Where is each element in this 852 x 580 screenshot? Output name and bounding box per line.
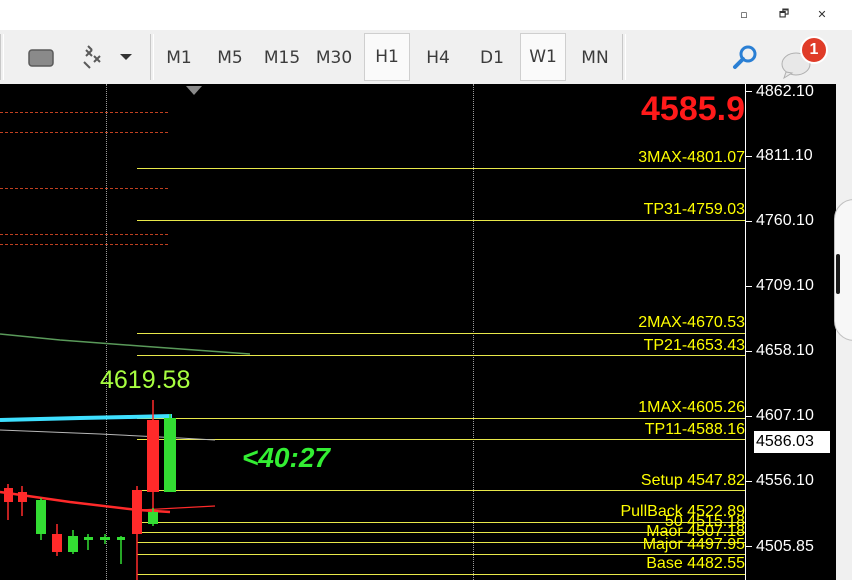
close-button[interactable]: ✕	[803, 0, 841, 28]
toolbar-separator	[0, 34, 4, 80]
side-scroll-thumb[interactable]	[836, 254, 840, 294]
candle	[100, 534, 110, 544]
axis-tick	[746, 481, 752, 482]
timeframe-mn[interactable]: MN	[572, 42, 618, 74]
toolbar-separator	[622, 34, 626, 80]
minimize-icon: ▫	[740, 7, 748, 21]
rectangle-icon	[28, 49, 54, 67]
current-price-tag: 4586.03	[754, 431, 830, 453]
notification-badge: 1	[800, 36, 828, 64]
chevron-down-icon	[120, 54, 132, 60]
candle-countdown: <40:27	[242, 442, 330, 473]
axis-label: 4607.10	[756, 407, 814, 424]
axis-label: 4505.85	[756, 538, 814, 555]
axis-label: 4862.10	[756, 84, 814, 100]
timeframe-m5[interactable]: M5	[207, 42, 253, 74]
toolbar-separator	[150, 34, 154, 80]
axis-label: 4811.10	[756, 147, 813, 164]
axis-label: 4556.10	[756, 472, 814, 489]
timeframe-m30[interactable]: M30	[311, 42, 357, 74]
axis-tick	[746, 221, 752, 222]
timeframe-m1[interactable]: M1	[156, 42, 202, 74]
search-icon	[733, 45, 757, 69]
restore-icon: 🗗	[778, 6, 790, 20]
candle	[52, 524, 62, 556]
search-button[interactable]	[730, 42, 762, 74]
timeframe-d1[interactable]: D1	[469, 42, 515, 74]
price-series	[0, 333, 251, 580]
close-icon: ✕	[817, 7, 827, 21]
chart-type-button[interactable]	[26, 46, 58, 70]
drawing-tools-button[interactable]	[78, 42, 138, 74]
title-bar: ▫ 🗗 ✕	[0, 0, 852, 30]
timeframe-m15[interactable]: M15	[259, 42, 305, 74]
shapes-icon	[83, 45, 132, 69]
axis-tick	[746, 286, 752, 287]
candle	[84, 534, 93, 550]
axis-tick	[746, 546, 752, 547]
candle	[147, 400, 159, 524]
minimize-button[interactable]: ▫	[725, 0, 763, 28]
axis-tick	[746, 156, 752, 157]
restore-button[interactable]: 🗗	[765, 0, 803, 28]
moving-average-green	[0, 333, 251, 355]
axis-label: 4760.10	[756, 212, 814, 229]
timeframe-h1[interactable]: H1	[364, 33, 410, 81]
price-chart[interactable]: 3MAX-4801.07 TP31-4759.03 2MAX-4670.53 T…	[0, 84, 836, 580]
candle	[132, 486, 142, 580]
toolbar: M1 M5 M15 M30 H1 H4 D1 W1 MN 1	[0, 30, 852, 85]
candle	[68, 530, 78, 554]
timeframe-h4[interactable]: H4	[415, 42, 461, 74]
axis-tick	[746, 416, 752, 417]
axis-label: 4709.10	[756, 277, 814, 294]
trend-line-red-flat	[139, 505, 216, 511]
current-price-big: 4585.9	[641, 90, 745, 128]
high-price-label: 4619.58	[100, 366, 191, 394]
candle	[117, 536, 125, 564]
axis-tick	[746, 351, 752, 352]
notifications-button[interactable]: 1	[780, 36, 830, 80]
axis-tick	[746, 91, 752, 92]
candle	[4, 484, 13, 520]
candle	[18, 486, 27, 516]
candles	[4, 400, 176, 580]
candle	[36, 498, 46, 540]
candle	[164, 414, 176, 492]
timeframe-w1[interactable]: W1	[520, 33, 566, 81]
axis-label: 4658.10	[756, 342, 814, 359]
moving-average-cyan	[0, 414, 173, 422]
moving-average-grey	[0, 429, 216, 441]
side-panel	[834, 84, 852, 580]
notification-count: 1	[809, 41, 819, 58]
price-axis[interactable]: 4862.10 4811.10 4760.10 4709.10 4658.10 …	[745, 84, 836, 580]
